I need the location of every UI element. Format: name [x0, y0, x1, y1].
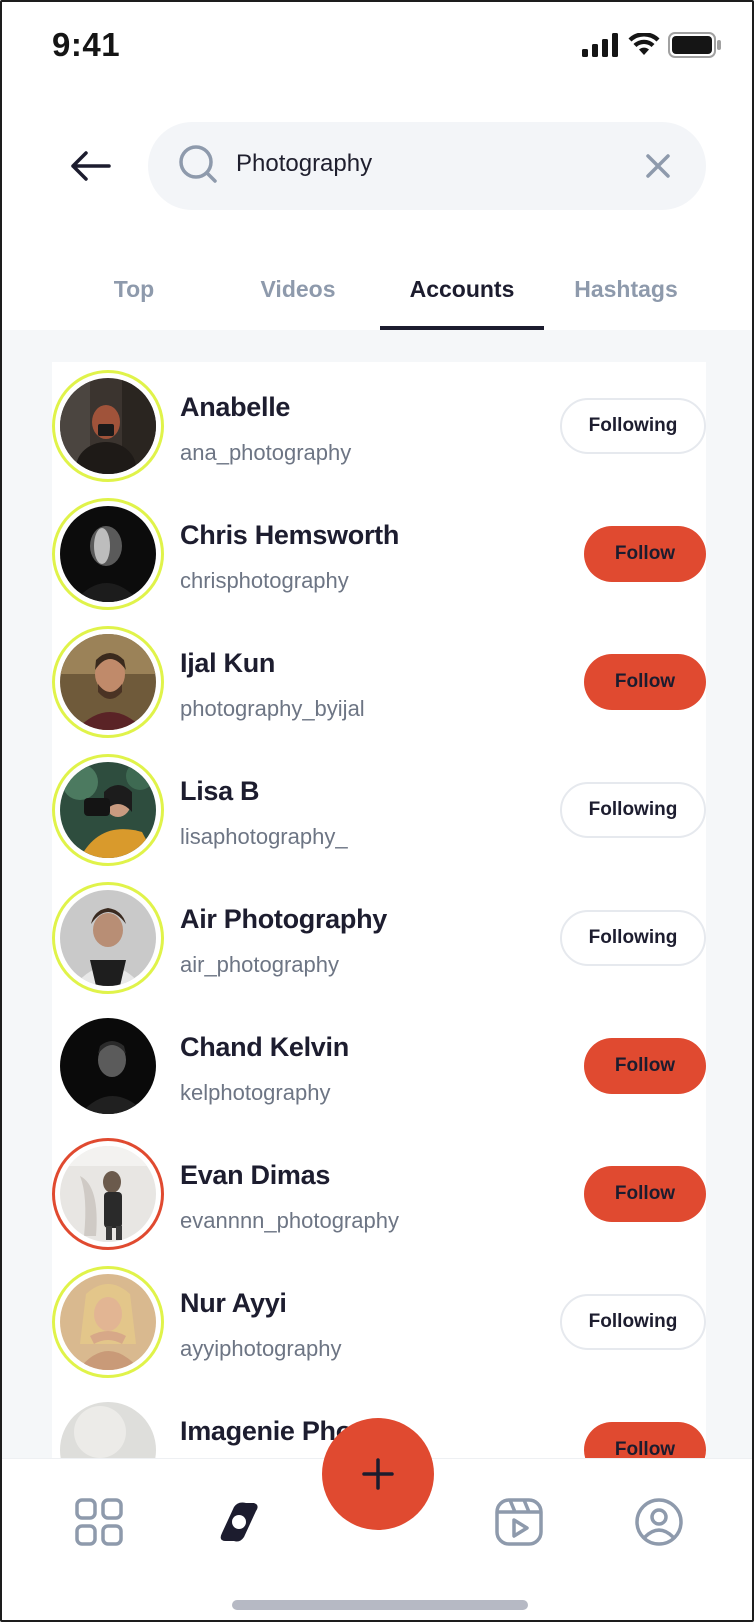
tab-hashtags[interactable]: Hashtags	[544, 264, 708, 330]
search-icon	[179, 145, 217, 183]
status-bar: 9:41	[2, 2, 752, 92]
avatar-ring	[52, 1010, 164, 1122]
avatar[interactable]	[60, 506, 156, 602]
avatar[interactable]	[60, 634, 156, 730]
avatar-ring	[52, 626, 164, 738]
follow-button[interactable]: Follow	[584, 654, 706, 710]
list-item[interactable]: Air Photography air_photography Followin…	[52, 874, 706, 1002]
account-handle: ana_photography	[180, 440, 352, 465]
avatar-ring	[52, 370, 164, 482]
account-handle: kelphotography	[180, 1080, 331, 1105]
account-name: Chand Kelvin	[180, 1032, 349, 1062]
avatar-ring	[52, 882, 164, 994]
list-item[interactable]: Lisa B lisaphotography_ Following	[52, 746, 706, 874]
clear-icon[interactable]	[640, 148, 676, 184]
search-bar[interactable]	[148, 122, 706, 210]
avatar-ring	[52, 498, 164, 610]
avatar[interactable]	[60, 890, 156, 986]
home-indicator[interactable]	[232, 1600, 528, 1610]
account-name: Imagenie Pho	[180, 1416, 352, 1446]
account-handle: photography_byijal	[180, 696, 365, 721]
account-handle: lisaphotography_	[180, 824, 348, 849]
add-button[interactable]	[322, 1418, 434, 1530]
signal-icon	[582, 33, 618, 57]
phone-frame: 9:41 Photography Top Videos Accounts Has…	[0, 0, 754, 1622]
grid-icon[interactable]	[74, 1497, 124, 1547]
profile-icon[interactable]	[634, 1497, 684, 1547]
account-name: Anabelle	[180, 392, 291, 422]
avatar-ring	[52, 1138, 164, 1250]
avatar[interactable]	[60, 1146, 156, 1242]
list-item[interactable]: Chris Hemsworth chrisphotography Follow	[52, 490, 706, 618]
list-item[interactable]: Evan Dimas evannnn_photography Follow	[52, 1130, 706, 1258]
tab-videos[interactable]: Videos	[216, 264, 380, 330]
account-name: Ijal Kun	[180, 648, 276, 678]
tab-top[interactable]: Top	[52, 264, 216, 330]
account-name: Evan Dimas	[180, 1160, 331, 1190]
avatar-ring	[52, 1394, 164, 1458]
following-button[interactable]: Following	[560, 398, 706, 454]
account-name: Chris Hemsworth	[180, 520, 400, 550]
list-item[interactable]: Nur Ayyi ayyiphotography Following	[52, 1258, 706, 1386]
search-tabs: Top Videos Accounts Hashtags	[52, 264, 708, 330]
reels-icon[interactable]	[494, 1497, 544, 1547]
account-handle: air_photography	[180, 952, 340, 977]
avatar[interactable]	[60, 762, 156, 858]
follow-button[interactable]: Follow	[584, 1038, 706, 1094]
avatar-ring	[52, 754, 164, 866]
status-time: 9:41	[52, 26, 121, 63]
follow-button[interactable]: Follow	[584, 1166, 706, 1222]
back-arrow-icon	[71, 151, 111, 181]
status-icons	[582, 32, 722, 58]
account-handle: ayyiphotography	[180, 1336, 342, 1361]
avatar-ring	[52, 1266, 164, 1378]
explore-icon[interactable]	[214, 1497, 264, 1547]
follow-button[interactable]: Follow	[584, 526, 706, 582]
following-button[interactable]: Following	[560, 1294, 706, 1350]
avatar[interactable]	[60, 1402, 156, 1458]
battery-icon	[668, 32, 721, 58]
wifi-icon	[628, 33, 660, 55]
tab-accounts[interactable]: Accounts	[380, 264, 544, 330]
account-name: Air Photography	[180, 904, 388, 934]
list-item[interactable]: Anabelle ana_photography Following	[52, 362, 706, 490]
back-button[interactable]	[66, 142, 114, 190]
list-item[interactable]: Ijal Kun photography_byijal Follow	[52, 618, 706, 746]
account-name: Nur Ayyi	[180, 1288, 287, 1318]
search-input[interactable]	[236, 150, 616, 178]
following-button[interactable]: Following	[560, 782, 706, 838]
account-handle: chrisphotography	[180, 568, 349, 593]
account-handle: evannnn_photography	[180, 1208, 399, 1233]
list-item[interactable]: Chand Kelvin kelphotography Follow	[52, 1002, 706, 1130]
accounts-list: Anabelle ana_photography Following Chris…	[52, 362, 706, 1458]
avatar[interactable]	[60, 1018, 156, 1114]
follow-button[interactable]: Follow	[584, 1422, 706, 1458]
following-button[interactable]: Following	[560, 910, 706, 966]
account-name: Lisa B	[180, 776, 260, 806]
avatar[interactable]	[60, 1274, 156, 1370]
plus-icon	[362, 1458, 394, 1490]
avatar[interactable]	[60, 378, 156, 474]
